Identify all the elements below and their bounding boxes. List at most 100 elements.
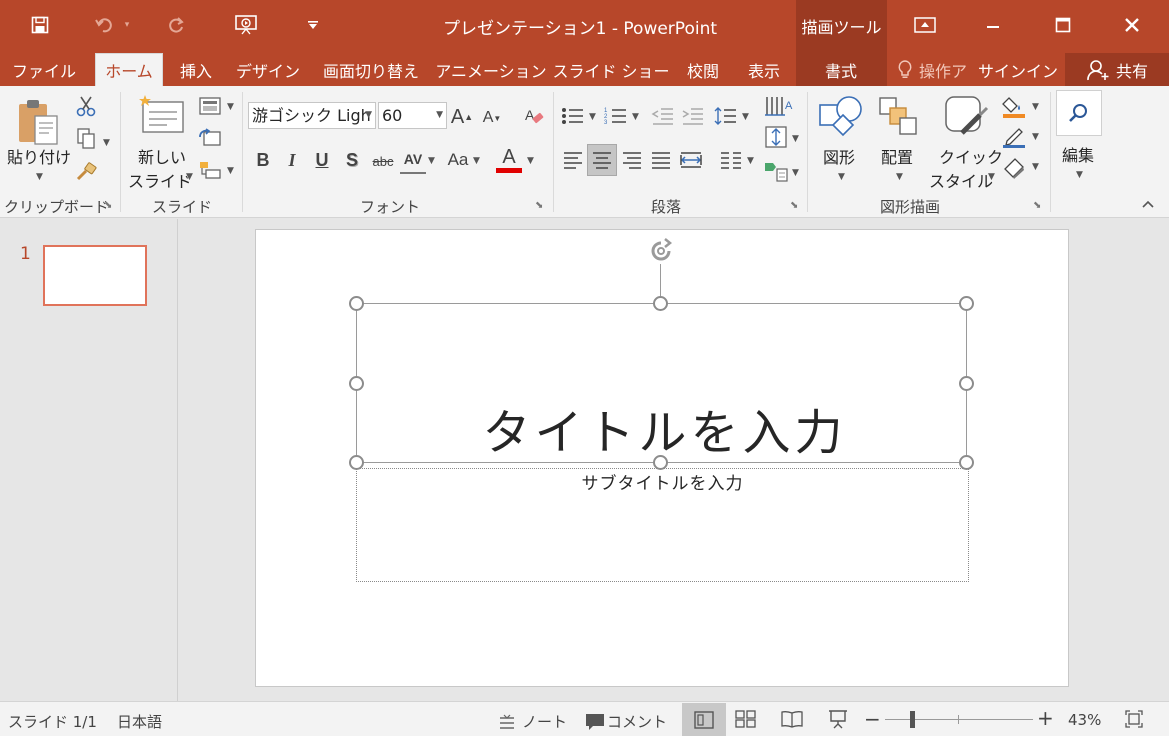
font-name-dropdown-icon[interactable]: ▼	[365, 103, 372, 128]
font-launcher-icon[interactable]: ⬊	[535, 200, 547, 212]
font-name-combobox[interactable]: 游ゴシック Ligh ▼	[248, 102, 376, 129]
paste-dropdown-icon[interactable]: ▼	[36, 172, 43, 182]
slide-thumbnail[interactable]	[43, 245, 147, 306]
arrange-label[interactable]: 配置	[881, 144, 913, 168]
shape-outline-dropdown-icon[interactable]: ▼	[1032, 132, 1039, 142]
text-shadow-button[interactable]: S	[342, 148, 362, 172]
editing-label[interactable]: 編集	[1062, 142, 1094, 166]
rotate-handle-icon[interactable]	[646, 236, 676, 266]
font-color-button[interactable]: A	[497, 144, 521, 170]
resize-handle-top[interactable]	[653, 296, 668, 311]
font-size-combobox[interactable]: 60 ▼	[378, 102, 447, 129]
zoom-out-icon[interactable]: −	[864, 709, 881, 730]
tab-review[interactable]: 校閲	[678, 53, 728, 86]
shape-effects-dropdown-icon[interactable]: ▼	[1032, 162, 1039, 172]
change-case-dropdown-icon[interactable]: ▼	[473, 156, 480, 166]
section-dropdown-icon[interactable]: ▼	[227, 166, 234, 176]
tell-me-box[interactable]: 操作ア	[897, 53, 977, 86]
arrange-dropdown-icon[interactable]: ▼	[896, 172, 903, 182]
zoom-percent[interactable]: 43%	[1068, 711, 1101, 729]
numbering-icon[interactable]: 123	[603, 104, 629, 128]
increase-indent-icon[interactable]	[680, 104, 706, 128]
shape-fill-dropdown-icon[interactable]: ▼	[1032, 102, 1039, 112]
redo-icon[interactable]	[163, 12, 189, 38]
paste-label[interactable]: 貼り付け	[7, 144, 71, 168]
numbering-dropdown-icon[interactable]: ▼	[632, 112, 639, 122]
signin-link[interactable]: サインイン	[978, 53, 1058, 86]
minimize-icon[interactable]	[970, 0, 1016, 50]
new-slide-dropdown-icon[interactable]: ▼	[186, 172, 193, 182]
resize-handle-top-left[interactable]	[349, 296, 364, 311]
copy-icon[interactable]	[72, 124, 100, 152]
new-slide-button[interactable]	[134, 92, 188, 138]
tab-animations[interactable]: アニメーション	[435, 53, 546, 86]
format-painter-icon[interactable]	[72, 158, 100, 186]
font-size-dropdown-icon[interactable]: ▼	[436, 103, 443, 128]
italic-button[interactable]: I	[282, 148, 302, 172]
quick-styles-label-line2[interactable]: スタイル	[929, 168, 993, 192]
align-left-icon[interactable]	[560, 146, 586, 174]
fit-slide-icon[interactable]	[1125, 710, 1145, 730]
quick-styles-button[interactable]	[938, 92, 992, 140]
clear-formatting-icon[interactable]: A	[522, 104, 546, 128]
maximize-icon[interactable]	[1040, 0, 1086, 50]
share-button[interactable]: 共有	[1065, 53, 1169, 86]
tab-view[interactable]: 表示	[738, 53, 790, 86]
language-indicator[interactable]: 日本語	[117, 711, 162, 732]
subtitle-placeholder-text[interactable]: サブタイトルを入力	[356, 469, 969, 494]
tab-design[interactable]: デザイン	[232, 53, 304, 86]
arrange-button[interactable]	[874, 92, 924, 140]
cut-icon[interactable]	[72, 92, 100, 120]
tab-home[interactable]: ホーム	[95, 53, 163, 86]
reading-view-icon[interactable]	[781, 710, 805, 730]
paragraph-launcher-icon[interactable]: ⬊	[790, 200, 802, 212]
shapes-dropdown-icon[interactable]: ▼	[838, 172, 845, 182]
new-slide-label-line2[interactable]: スライド	[128, 168, 192, 192]
zoom-in-icon[interactable]: +	[1037, 708, 1054, 728]
close-icon[interactable]	[1109, 0, 1155, 50]
comments-button[interactable]: コメント	[585, 711, 667, 732]
line-spacing-dropdown-icon[interactable]: ▼	[742, 112, 749, 122]
quick-styles-label-line1[interactable]: クイック	[939, 144, 1003, 168]
resize-handle-left[interactable]	[349, 376, 364, 391]
smartart-dropdown-icon[interactable]: ▼	[792, 168, 799, 178]
tab-transitions[interactable]: 画面切り替え	[316, 53, 426, 86]
resize-handle-top-right[interactable]	[959, 296, 974, 311]
character-spacing-button[interactable]: AV	[400, 146, 426, 174]
undo-dropdown-icon[interactable]: ▾	[120, 12, 134, 38]
shape-fill-icon[interactable]	[1000, 94, 1028, 120]
editing-button[interactable]	[1056, 90, 1102, 136]
drawing-launcher-icon[interactable]: ⬊	[1033, 200, 1045, 212]
copy-dropdown-icon[interactable]: ▼	[103, 138, 110, 148]
shape-outline-icon[interactable]	[1000, 124, 1028, 150]
undo-icon[interactable]	[92, 12, 118, 38]
tab-slideshow[interactable]: スライド ショー	[552, 53, 669, 86]
shapes-button[interactable]	[816, 92, 866, 140]
section-icon[interactable]	[196, 158, 224, 182]
tab-file[interactable]: ファイル	[8, 53, 80, 86]
convert-to-smartart-icon[interactable]	[762, 158, 790, 184]
zoom-slider-thumb[interactable]	[910, 711, 915, 728]
columns-dropdown-icon[interactable]: ▼	[747, 156, 754, 166]
tab-format[interactable]: 書式	[808, 53, 874, 86]
text-direction-icon[interactable]: A	[762, 94, 798, 120]
change-case-button[interactable]: Aa	[443, 148, 473, 172]
font-color-dropdown-icon[interactable]: ▼	[527, 156, 534, 166]
bullets-icon[interactable]	[560, 104, 586, 128]
slide-sorter-icon[interactable]	[735, 710, 759, 730]
normal-view-button[interactable]	[682, 703, 726, 736]
character-spacing-dropdown-icon[interactable]: ▼	[428, 156, 435, 166]
line-spacing-icon[interactable]	[713, 104, 739, 128]
decrease-indent-icon[interactable]	[650, 104, 676, 128]
bullets-dropdown-icon[interactable]: ▼	[589, 112, 596, 122]
reset-slide-icon[interactable]	[196, 126, 224, 150]
restore-ribbon-icon[interactable]	[902, 0, 948, 50]
zoom-slider-track[interactable]	[885, 719, 1033, 720]
clipboard-launcher-icon[interactable]: ⬊	[104, 200, 116, 212]
tab-insert[interactable]: 挿入	[170, 53, 222, 86]
customize-qat-icon[interactable]	[303, 12, 323, 38]
notes-button[interactable]: ノート	[498, 711, 567, 732]
slideshow-view-icon[interactable]	[827, 709, 851, 731]
quick-styles-dropdown-icon[interactable]: ▼	[988, 172, 995, 182]
justify-icon[interactable]	[648, 146, 674, 174]
